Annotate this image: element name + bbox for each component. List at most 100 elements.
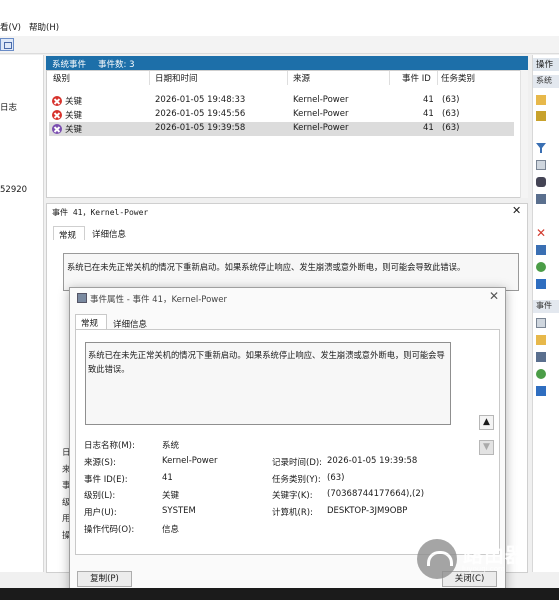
menu-help[interactable]: 帮助(H) [29,21,59,33]
watermark-url: luyouqi.com [462,565,505,573]
row-level: 关键 [65,111,83,121]
keywords-label: 关键字(K): [272,491,313,501]
row-level: 关键 [65,97,83,107]
opcode-label: 操作代码(O): [84,525,135,535]
source-label: 来源(S): [84,458,116,468]
logged-value: 2026-01-05 19:39:58 [327,456,418,466]
table-row-selected[interactable]: 关键 2026-01-05 19:39:58 Kernel-Power 41 (… [49,122,514,136]
row-event-id: 41 [423,109,434,119]
column-separator[interactable] [437,71,438,85]
column-separator[interactable] [149,71,150,85]
row-task: (63) [442,123,460,133]
event-refresh-icon[interactable] [536,369,546,379]
event-help-icon[interactable] [536,386,546,396]
row-source: Kernel-Power [293,95,349,105]
tab-general[interactable]: 常规 [53,226,85,241]
events-table: 级别 日期和时间 来源 事件 ID 任务类别 关键 2026-01-05 19:… [46,70,528,198]
rename-icon[interactable] [536,245,546,255]
task-category-value: (63) [327,473,345,483]
help-icon[interactable] [536,279,546,289]
events-panel-title: 系统事件 [52,60,87,70]
row-task: (63) [442,95,460,105]
event-id-label: 事件 ID(E): [84,475,128,485]
watermark-brand: 路由器 [463,543,526,567]
table-row[interactable]: 关键 2026-01-05 19:45:56 Kernel-Power 41 (… [49,108,514,122]
actions-section-system[interactable]: 系统 [533,75,559,88]
events-panel-header: 系统事件 事件数: 3 [46,56,528,70]
dialog-message-line: 系统已在未先正常关机的情况下重新启动。如果系统停止响应、发生崩溃或意外断电，则可… [88,350,445,360]
row-event-id: 41 [423,95,434,105]
events-count: 事件数: 3 [98,60,135,70]
previous-event-button[interactable]: ▲ [479,415,494,430]
computer-label: 计算机(R): [272,508,313,518]
column-header-source[interactable]: 来源 [293,72,310,84]
critical-error-icon [52,124,62,134]
tree-item-log[interactable]: 日志 [0,101,17,113]
row-level: 关键 [65,125,83,135]
user-value: SYSTEM [162,506,196,516]
dialog-title: 事件属性 - 事件 41，Kernel-Power [90,295,227,305]
logged-label: 记录时间(D): [272,458,323,468]
actions-section-event[interactable]: 事件 [533,300,559,313]
detail-pane-title: 事件 41，Kernel-Power [52,208,149,217]
toolbar [0,36,559,54]
dialog-close-icon[interactable]: ✕ [489,289,499,303]
opcode-value: 信息 [162,525,180,535]
row-event-id: 41 [423,123,434,133]
navigation-tree [0,55,44,572]
level-value: 关键 [162,491,180,501]
row-datetime: 2026-01-05 19:45:56 [155,109,246,119]
table-row[interactable]: 关键 2026-01-05 19:48:33 Kernel-Power 41 (… [49,94,514,108]
properties-icon[interactable] [536,160,546,170]
column-header-level[interactable]: 级别 [53,72,70,84]
task-category-label: 任务类别(Y): [272,475,321,485]
user-label: 用户(U): [84,508,117,518]
event-id-value: 41 [162,473,173,483]
row-source: Kernel-Power [293,123,349,133]
source-value: Kernel-Power [162,456,218,466]
actions-header: 操作 [533,58,559,71]
computer-value: DESKTOP-3JM9OBP [327,506,408,516]
tab-details[interactable]: 详细信息 [92,226,126,240]
column-separator[interactable] [389,71,390,85]
event-properties-icon[interactable] [536,318,546,328]
row-task: (63) [442,109,460,119]
critical-error-icon [52,96,62,106]
tree-item-number: 52920 [0,185,28,195]
log-name-value: 系统 [162,441,180,451]
refresh-icon[interactable] [536,262,546,272]
log-name-label: 日志名称(M): [84,441,135,451]
close-icon[interactable]: ✕ [512,204,521,217]
attach-task-icon[interactable] [536,335,546,345]
next-event-button[interactable]: ▼ [479,440,494,455]
detail-message: 系统已在未先正常关机的情况下重新启动。如果系统停止响应、发生崩溃或意外断电，则可… [67,262,466,272]
router-logo-icon [417,539,457,579]
event-viewer-icon [77,293,87,303]
save-icon[interactable] [536,194,546,204]
row-datetime: 2026-01-05 19:39:58 [155,123,246,133]
critical-error-icon [52,110,62,120]
level-label: 级别(L): [84,491,116,501]
open-log-icon[interactable] [536,95,546,105]
find-icon[interactable] [536,177,546,187]
row-datetime: 2026-01-05 19:48:33 [155,95,246,105]
copy-button[interactable]: 复制(P) [77,571,132,587]
menu-bar [0,0,559,36]
keywords-value: (70368744177664),(2) [327,489,425,499]
dialog-message-line: 致此错误。 [88,364,130,374]
dialog-message: 系统已在未先正常关机的情况下重新启动。如果系统停止响应、发生崩溃或意外断电，则可… [88,348,448,376]
column-header-task[interactable]: 任务类别 [441,72,475,84]
actions-pane [532,55,559,572]
create-view-icon[interactable] [536,111,546,121]
menu-view[interactable]: 看(V) [0,21,21,33]
delete-icon[interactable]: ✕ [536,227,546,239]
save-event-icon[interactable] [536,352,546,362]
dialog-tab-general[interactable]: 常规 [75,314,107,329]
column-header-event-id[interactable]: 事件 ID [402,72,431,84]
column-separator[interactable] [287,71,288,85]
show-hide-tree-icon[interactable] [0,38,14,51]
column-header-datetime[interactable]: 日期和时间 [155,72,198,84]
row-source: Kernel-Power [293,109,349,119]
events-scrollbar[interactable] [520,70,528,198]
taskbar [0,588,559,600]
